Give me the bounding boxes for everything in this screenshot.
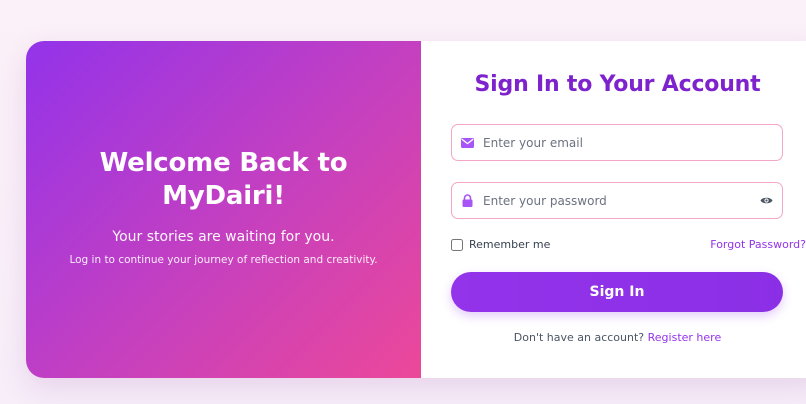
- welcome-description: Log in to continue your journey of refle…: [69, 254, 378, 266]
- register-link[interactable]: Register here: [648, 331, 722, 344]
- remember-label: Remember me: [469, 238, 551, 251]
- register-prompt-text: Don't have an account?: [513, 331, 645, 344]
- eye-icon[interactable]: [758, 193, 774, 209]
- lock-icon: [460, 194, 474, 208]
- remember-checkbox[interactable]: [451, 238, 463, 251]
- welcome-heading: Welcome Back to MyDairi!: [26, 147, 421, 213]
- login-card: Welcome Back to MyDairi! Your stories ar…: [26, 41, 806, 378]
- password-input[interactable]: [483, 183, 758, 218]
- email-field[interactable]: [451, 124, 783, 161]
- signin-form: Sign In to Your Account Enter your email…: [421, 41, 806, 378]
- forgot-password-link[interactable]: Forgot Password?: [710, 238, 806, 252]
- sign-in-button[interactable]: Sign In: [451, 272, 783, 312]
- email-input[interactable]: [483, 125, 782, 160]
- form-title: Sign In to Your Account: [474, 72, 761, 97]
- welcome-heading-line2: MyDairi!: [162, 181, 285, 211]
- envelope-icon: [460, 136, 474, 150]
- password-field[interactable]: [451, 182, 783, 219]
- register-prompt: Don't have an account? Register here: [421, 331, 806, 344]
- welcome-heading-line1: Welcome Back to: [99, 148, 348, 178]
- remember-me[interactable]: Remember me: [451, 238, 550, 251]
- welcome-subtitle: Your stories are waiting for you.: [112, 229, 335, 245]
- welcome-panel: Welcome Back to MyDairi! Your stories ar…: [26, 41, 421, 378]
